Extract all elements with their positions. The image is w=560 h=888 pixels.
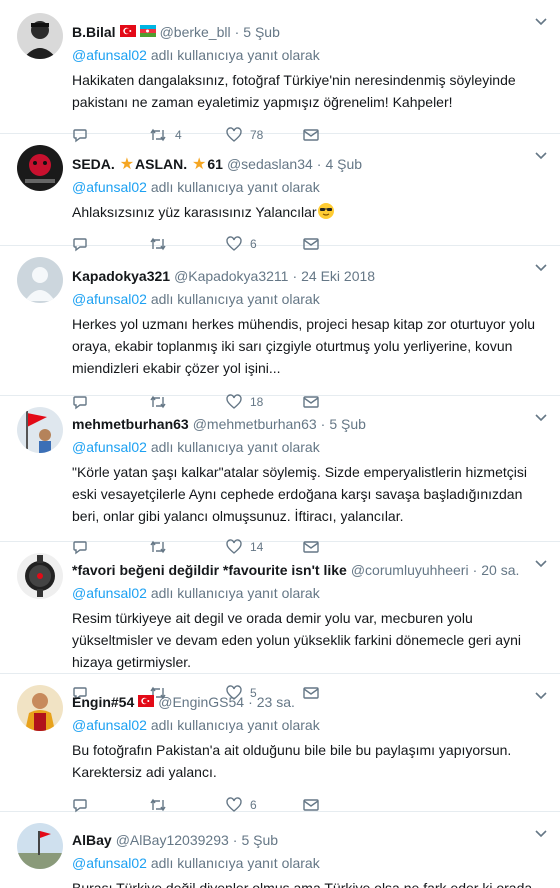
avatar[interactable] bbox=[17, 145, 63, 191]
turkey-flag-icon bbox=[138, 694, 155, 710]
user-handle[interactable]: @Kapadokya3211 bbox=[174, 268, 288, 284]
avatar[interactable] bbox=[17, 13, 63, 59]
like-button[interactable]: 6 bbox=[226, 797, 303, 813]
tweet-text: Resim türkiyeye ait degil ve orada demir… bbox=[72, 610, 521, 670]
tweet-text: "Körle yatan şaşı kalkar"atalar söylemiş… bbox=[72, 464, 527, 524]
timestamp[interactable]: 5 Şub bbox=[241, 832, 278, 848]
display-name[interactable]: SEDA. ★ASLAN. ★61 bbox=[72, 154, 223, 174]
timestamp[interactable]: 23 sa. bbox=[257, 694, 295, 710]
chevron-down-icon[interactable] bbox=[534, 148, 548, 162]
tweet[interactable]: Engin#54 @EnginGS54 · 23 sa. @afunsal02 … bbox=[0, 674, 560, 813]
avatar[interactable] bbox=[17, 407, 63, 453]
mention-link[interactable]: @afunsal02 bbox=[72, 585, 147, 601]
retweet-button[interactable] bbox=[149, 797, 226, 813]
sunglasses-emoji-icon bbox=[317, 202, 335, 226]
envelope-icon bbox=[303, 799, 319, 811]
tweet[interactable]: mehmetburhan63 @mehmetburhan63 · 5 Şub @… bbox=[0, 396, 560, 555]
user-handle[interactable]: @corumluyuhheeri bbox=[351, 562, 469, 578]
chevron-down-icon[interactable] bbox=[534, 826, 548, 840]
chevron-down-icon[interactable] bbox=[534, 260, 548, 274]
chevron-down-icon[interactable] bbox=[534, 556, 548, 570]
timestamp[interactable]: 4 Şub bbox=[325, 156, 362, 172]
reply-context: @afunsal02 adlı kullanıcıya yanıt olarak bbox=[72, 585, 320, 601]
user-handle[interactable]: @EnginGS54 bbox=[158, 694, 244, 710]
tweet-text: Hakikaten dangalaksınız, fotoğraf Türkiy… bbox=[72, 72, 516, 110]
display-name[interactable]: Kapadokya321 bbox=[72, 268, 170, 284]
timestamp[interactable]: 24 Eki 2018 bbox=[301, 268, 375, 284]
retweet-icon bbox=[150, 798, 166, 812]
display-name[interactable]: AlBay bbox=[72, 832, 112, 848]
tweet-text: Bu fotoğrafın Pakistan'a ait olduğunu bi… bbox=[72, 742, 512, 780]
mention-link[interactable]: @afunsal02 bbox=[72, 291, 147, 307]
azerbaijan-flag-icon bbox=[139, 24, 156, 40]
tweet[interactable]: Kapadokya321 @Kapadokya3211 · 24 Eki 201… bbox=[0, 246, 560, 410]
user-handle[interactable]: @sedaslan34 bbox=[227, 156, 313, 172]
reply-context: @afunsal02 adlı kullanıcıya yanıt olarak bbox=[72, 439, 320, 455]
avatar[interactable] bbox=[17, 257, 63, 303]
display-name[interactable]: mehmetburhan63 bbox=[72, 416, 189, 432]
reply-context: @afunsal02 adlı kullanıcıya yanıt olarak bbox=[72, 47, 320, 63]
tweet-text: Ahlaksızsınız yüz karasısınız Yalancılar bbox=[72, 201, 546, 226]
chevron-down-icon[interactable] bbox=[534, 14, 548, 28]
tweet-text: Burası Türkiye değil diyenler olmuş ama … bbox=[72, 880, 533, 888]
tweet[interactable]: *favori beğeni değildir *favourite isn't… bbox=[0, 542, 560, 701]
user-handle[interactable]: @mehmetburhan63 bbox=[193, 416, 317, 432]
reply-context: @afunsal02 adlı kullanıcıya yanıt olarak bbox=[72, 179, 320, 195]
display-name[interactable]: *favori beğeni değildir *favourite isn't… bbox=[72, 562, 347, 578]
mention-link[interactable]: @afunsal02 bbox=[72, 179, 147, 195]
tweet[interactable]: B.Bilal @berke_bll · 5 Şub @afunsal02 ad… bbox=[0, 0, 560, 143]
reply-context: @afunsal02 adlı kullanıcıya yanıt olarak bbox=[72, 291, 320, 307]
display-name[interactable]: B.Bilal bbox=[72, 24, 116, 40]
mention-link[interactable]: @afunsal02 bbox=[72, 717, 147, 733]
user-handle[interactable]: @AlBay12039293 bbox=[116, 832, 229, 848]
tweet-text: Herkes yol uzmanı herkes mühendis, proje… bbox=[72, 316, 535, 376]
display-name[interactable]: Engin#54 bbox=[72, 694, 134, 710]
star-icon: ★ bbox=[192, 156, 207, 173]
avatar[interactable] bbox=[17, 553, 63, 599]
user-handle[interactable]: @berke_bll bbox=[160, 24, 231, 40]
reply-context: @afunsal02 adlı kullanıcıya yanıt olarak bbox=[72, 855, 320, 871]
avatar[interactable] bbox=[17, 685, 63, 731]
reply-context: @afunsal02 adlı kullanıcıya yanıt olarak bbox=[72, 717, 320, 733]
reply-button[interactable] bbox=[72, 797, 149, 813]
direct-message-button[interactable] bbox=[303, 798, 327, 812]
tweet[interactable]: AlBay @AlBay12039293 · 5 Şub @afunsal02 … bbox=[0, 812, 560, 888]
heart-icon bbox=[226, 797, 242, 812]
reply-icon bbox=[73, 799, 87, 813]
reply-feed: B.Bilal @berke_bll · 5 Şub @afunsal02 ad… bbox=[0, 0, 560, 888]
mention-link[interactable]: @afunsal02 bbox=[72, 439, 147, 455]
timestamp[interactable]: 5 Şub bbox=[243, 24, 280, 40]
chevron-down-icon[interactable] bbox=[534, 688, 548, 702]
avatar[interactable] bbox=[17, 823, 63, 869]
timestamp[interactable]: 20 sa. bbox=[481, 562, 519, 578]
star-icon: ★ bbox=[119, 156, 135, 173]
mention-link[interactable]: @afunsal02 bbox=[72, 855, 147, 871]
turkey-flag-icon bbox=[119, 24, 136, 40]
timestamp[interactable]: 5 Şub bbox=[329, 416, 366, 432]
tweet[interactable]: SEDA. ★ASLAN. ★61 @sedaslan34 · 4 Şub @a… bbox=[0, 134, 560, 252]
chevron-down-icon[interactable] bbox=[534, 410, 548, 424]
mention-link[interactable]: @afunsal02 bbox=[72, 47, 147, 63]
